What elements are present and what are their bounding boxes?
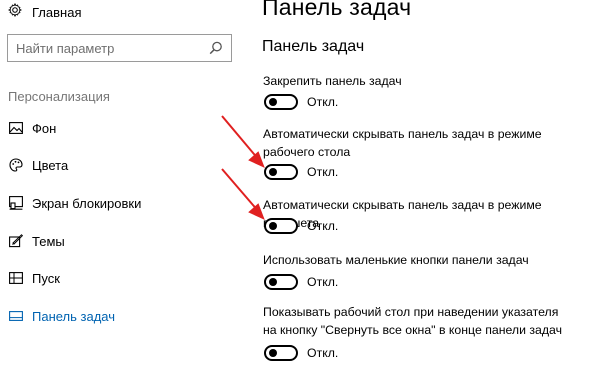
toggle-state: Откл. [307, 346, 339, 360]
setting-lock-taskbar-toggle[interactable]: Откл. [264, 94, 338, 110]
lock-screen-icon [8, 195, 24, 211]
setting-peek-desktop-label: Показывать рабочий стол при наведении ук… [263, 305, 563, 337]
toggle-state: Откл. [307, 219, 339, 233]
picture-icon [8, 120, 24, 136]
search-box [7, 34, 232, 62]
themes-icon [8, 233, 24, 249]
toggle-knob [269, 349, 277, 357]
setting-small-buttons-label: Использовать маленькие кнопки панели зад… [263, 253, 529, 267]
sidebar-item-label: Фон [32, 120, 57, 136]
setting-lock-taskbar-label: Закрепить панель задач [263, 74, 402, 88]
toggle-state: Откл. [307, 95, 339, 109]
sidebar-item-start[interactable]: Пуск [0, 265, 240, 291]
setting-autohide-desktop-label: Автоматически скрывать панель задач в ре… [263, 127, 542, 159]
sidebar-item-lock-screen[interactable]: Экран блокировки [0, 190, 240, 216]
section-heading: Панель задач [262, 38, 365, 55]
toggle-switch[interactable] [264, 345, 298, 361]
page-title: Панель задач [262, 0, 412, 20]
sidebar-item-label: Темы [32, 233, 65, 249]
section-title: Персонализация [8, 89, 110, 104]
setting-peek-desktop-toggle[interactable]: Откл. [264, 345, 338, 361]
toggle-state: Откл. [307, 275, 339, 289]
toggle-switch[interactable] [264, 94, 298, 110]
setting-small-buttons-toggle[interactable]: Откл. [264, 274, 338, 290]
home-nav-item[interactable]: Главная [7, 2, 82, 22]
sidebar-item-label: Пуск [32, 270, 60, 286]
search-input[interactable] [8, 40, 198, 56]
sidebar: Главная Персонализация Фон [0, 0, 248, 368]
gear-icon [7, 2, 23, 22]
sidebar-item-taskbar[interactable]: Панель задач [0, 303, 240, 329]
sidebar-item-colors[interactable]: Цвета [0, 152, 240, 178]
toggle-switch[interactable] [264, 274, 298, 290]
setting-autohide-tablet-toggle[interactable]: Откл. [264, 218, 338, 234]
start-icon [8, 270, 24, 286]
toggle-knob [269, 168, 277, 176]
home-label: Главная [32, 4, 82, 20]
search-icon[interactable] [209, 41, 223, 60]
sidebar-item-label: Экран блокировки [32, 195, 142, 211]
setting-autohide-desktop-toggle[interactable]: Откл. [264, 164, 338, 180]
main-panel: Панель задач Панель задач Закрепить пане… [248, 0, 600, 368]
toggle-knob [269, 278, 277, 286]
toggle-knob [269, 98, 277, 106]
sidebar-item-themes[interactable]: Темы [0, 228, 240, 254]
sidebar-item-label: Цвета [32, 157, 69, 173]
toggle-knob [269, 222, 277, 230]
palette-icon [8, 157, 24, 173]
toggle-state: Откл. [307, 165, 339, 179]
sidebar-item-background[interactable]: Фон [0, 115, 240, 141]
toggle-switch[interactable] [264, 164, 298, 180]
sidebar-item-label: Панель задач [32, 308, 116, 324]
toggle-switch[interactable] [264, 218, 298, 234]
taskbar-icon [8, 308, 24, 324]
